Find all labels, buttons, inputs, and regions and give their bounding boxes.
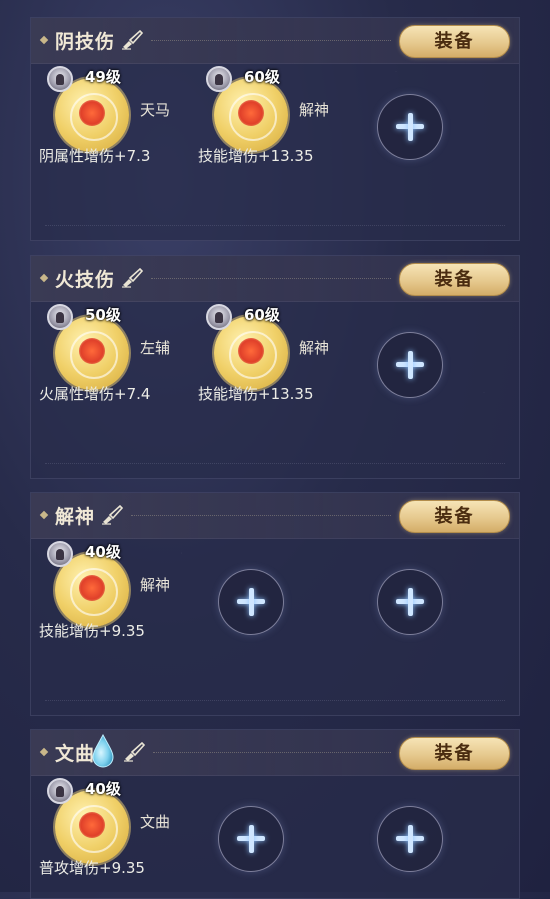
character-avatar (47, 778, 73, 804)
diamond-icon (39, 273, 49, 283)
section-jieshen: 解神 装备 40级 解神 技能增伤+9.35 (30, 492, 520, 716)
equipped-slot[interactable]: 50级 左辅 火属性增伤+7.4 (39, 304, 197, 424)
brush-edit-icon[interactable] (123, 742, 145, 762)
slot-stat: 技能增伤+9.35 (39, 622, 145, 640)
section-title: 解神 (55, 506, 96, 528)
add-slot-button[interactable] (377, 332, 443, 398)
equipped-slot[interactable]: 60级 解神 技能增伤+13.35 (198, 304, 356, 424)
section-wenqu: 文曲 装备 40级 文曲 普攻增伤+9.35 (30, 729, 520, 899)
slot-level: 60级 (244, 306, 280, 324)
diamond-icon (39, 510, 49, 520)
diamond-icon (39, 35, 49, 45)
section-header: 文曲 装备 (31, 730, 519, 776)
section-yin-skill-damage: 阴技伤 装备 49级 天马 阴属性增伤+7.3 60级 解神 技能增伤+13.3… (30, 17, 520, 241)
emblem-icon (79, 812, 105, 838)
character-avatar (206, 66, 232, 92)
section-header: 阴技伤 装备 (31, 18, 519, 64)
brush-edit-icon[interactable] (121, 268, 143, 288)
water-drop-icon (92, 734, 114, 768)
header-divider (153, 752, 391, 753)
character-avatar (206, 304, 232, 330)
brush-edit-icon[interactable] (101, 505, 123, 525)
section-header: 解神 装备 (31, 493, 519, 539)
add-slot-button[interactable] (377, 94, 443, 160)
equipped-slot[interactable]: 60级 解神 技能增伤+13.35 (198, 66, 356, 186)
add-slot-button[interactable] (377, 806, 443, 872)
slot-name: 天马 (140, 101, 171, 119)
brush-edit-icon[interactable] (121, 30, 143, 50)
header-divider (151, 278, 391, 279)
add-slot-button[interactable] (377, 569, 443, 635)
equipped-slot[interactable]: 40级 解神 技能增伤+9.35 (39, 541, 197, 661)
section-title: 文曲 (55, 743, 96, 765)
section-title: 阴技伤 (55, 31, 116, 53)
section-title: 火技伤 (55, 269, 116, 291)
header-divider (151, 40, 391, 41)
character-avatar (47, 541, 73, 567)
slot-name: 左辅 (140, 339, 171, 357)
equip-button[interactable]: 装备 (399, 25, 510, 58)
slot-name: 解神 (299, 101, 330, 119)
slot-stat: 火属性增伤+7.4 (39, 385, 151, 403)
slot-stat: 普攻增伤+9.35 (39, 859, 145, 877)
add-slot-button[interactable] (218, 569, 284, 635)
section-fire-skill-damage: 火技伤 装备 50级 左辅 火属性增伤+7.4 60级 解神 技能增伤+13.3… (30, 255, 520, 479)
slot-stat: 技能增伤+13.35 (198, 147, 314, 165)
emblem-icon (79, 338, 105, 364)
equip-button[interactable]: 装备 (399, 500, 510, 533)
character-avatar (47, 304, 73, 330)
slot-level: 49级 (85, 68, 121, 86)
emblem-icon (238, 338, 264, 364)
slot-stat: 技能增伤+13.35 (198, 385, 314, 403)
equip-button[interactable]: 装备 (399, 263, 510, 296)
emblem-icon (238, 100, 264, 126)
section-divider (45, 700, 505, 701)
slot-name: 解神 (140, 576, 171, 594)
emblem-icon (79, 575, 105, 601)
slot-level: 40级 (85, 543, 121, 561)
slot-level: 50级 (85, 306, 121, 324)
section-header: 火技伤 装备 (31, 256, 519, 302)
slot-level: 60级 (244, 68, 280, 86)
equipped-slot[interactable]: 40级 文曲 普攻增伤+9.35 (39, 778, 197, 898)
header-divider (131, 515, 391, 516)
slot-level: 40级 (85, 780, 121, 798)
section-divider (45, 225, 505, 226)
slot-name: 解神 (299, 339, 330, 357)
slot-name: 文曲 (140, 813, 171, 831)
character-avatar (47, 66, 73, 92)
equipped-slot[interactable]: 49级 天马 阴属性增伤+7.3 (39, 66, 197, 186)
slot-stat: 阴属性增伤+7.3 (39, 147, 151, 165)
equip-button[interactable]: 装备 (399, 737, 510, 770)
add-slot-button[interactable] (218, 806, 284, 872)
emblem-icon (79, 100, 105, 126)
diamond-icon (39, 747, 49, 757)
section-divider (45, 463, 505, 464)
